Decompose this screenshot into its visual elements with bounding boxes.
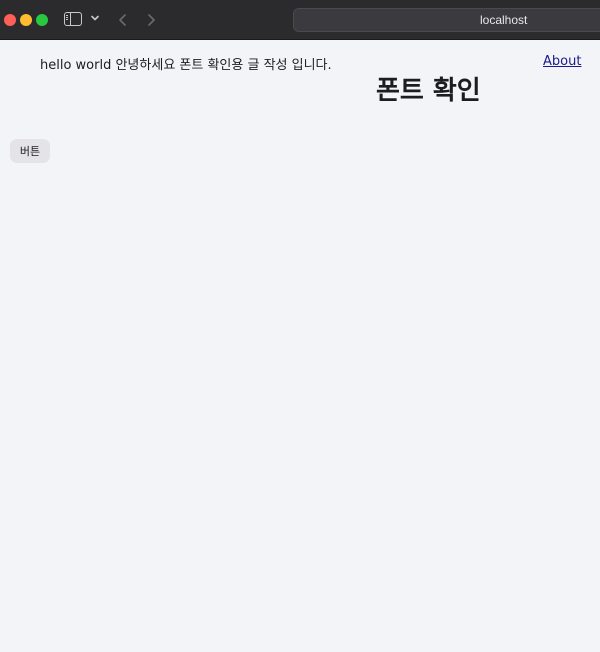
back-arrow-icon[interactable]: [116, 11, 130, 29]
minimize-window-icon[interactable]: [20, 14, 32, 26]
address-text: localhost: [480, 13, 528, 27]
chevron-down-icon[interactable]: [90, 13, 100, 23]
page-content: hello world 안녕하세요 폰트 확인용 글 작성 입니다. About…: [0, 40, 600, 652]
zoom-window-icon[interactable]: [36, 14, 48, 26]
forward-arrow-icon[interactable]: [144, 11, 158, 29]
close-window-icon[interactable]: [4, 14, 16, 26]
browser-toolbar: localhost: [0, 0, 600, 40]
main-button[interactable]: 버튼: [10, 139, 50, 163]
address-bar[interactable]: localhost: [293, 8, 600, 32]
sidebar-toggle-icon[interactable]: [64, 12, 82, 26]
about-link[interactable]: About: [543, 54, 581, 69]
intro-text: hello world 안녕하세요 폰트 확인용 글 작성 입니다.: [40, 58, 332, 73]
page-title: 폰트 확인: [376, 76, 481, 106]
